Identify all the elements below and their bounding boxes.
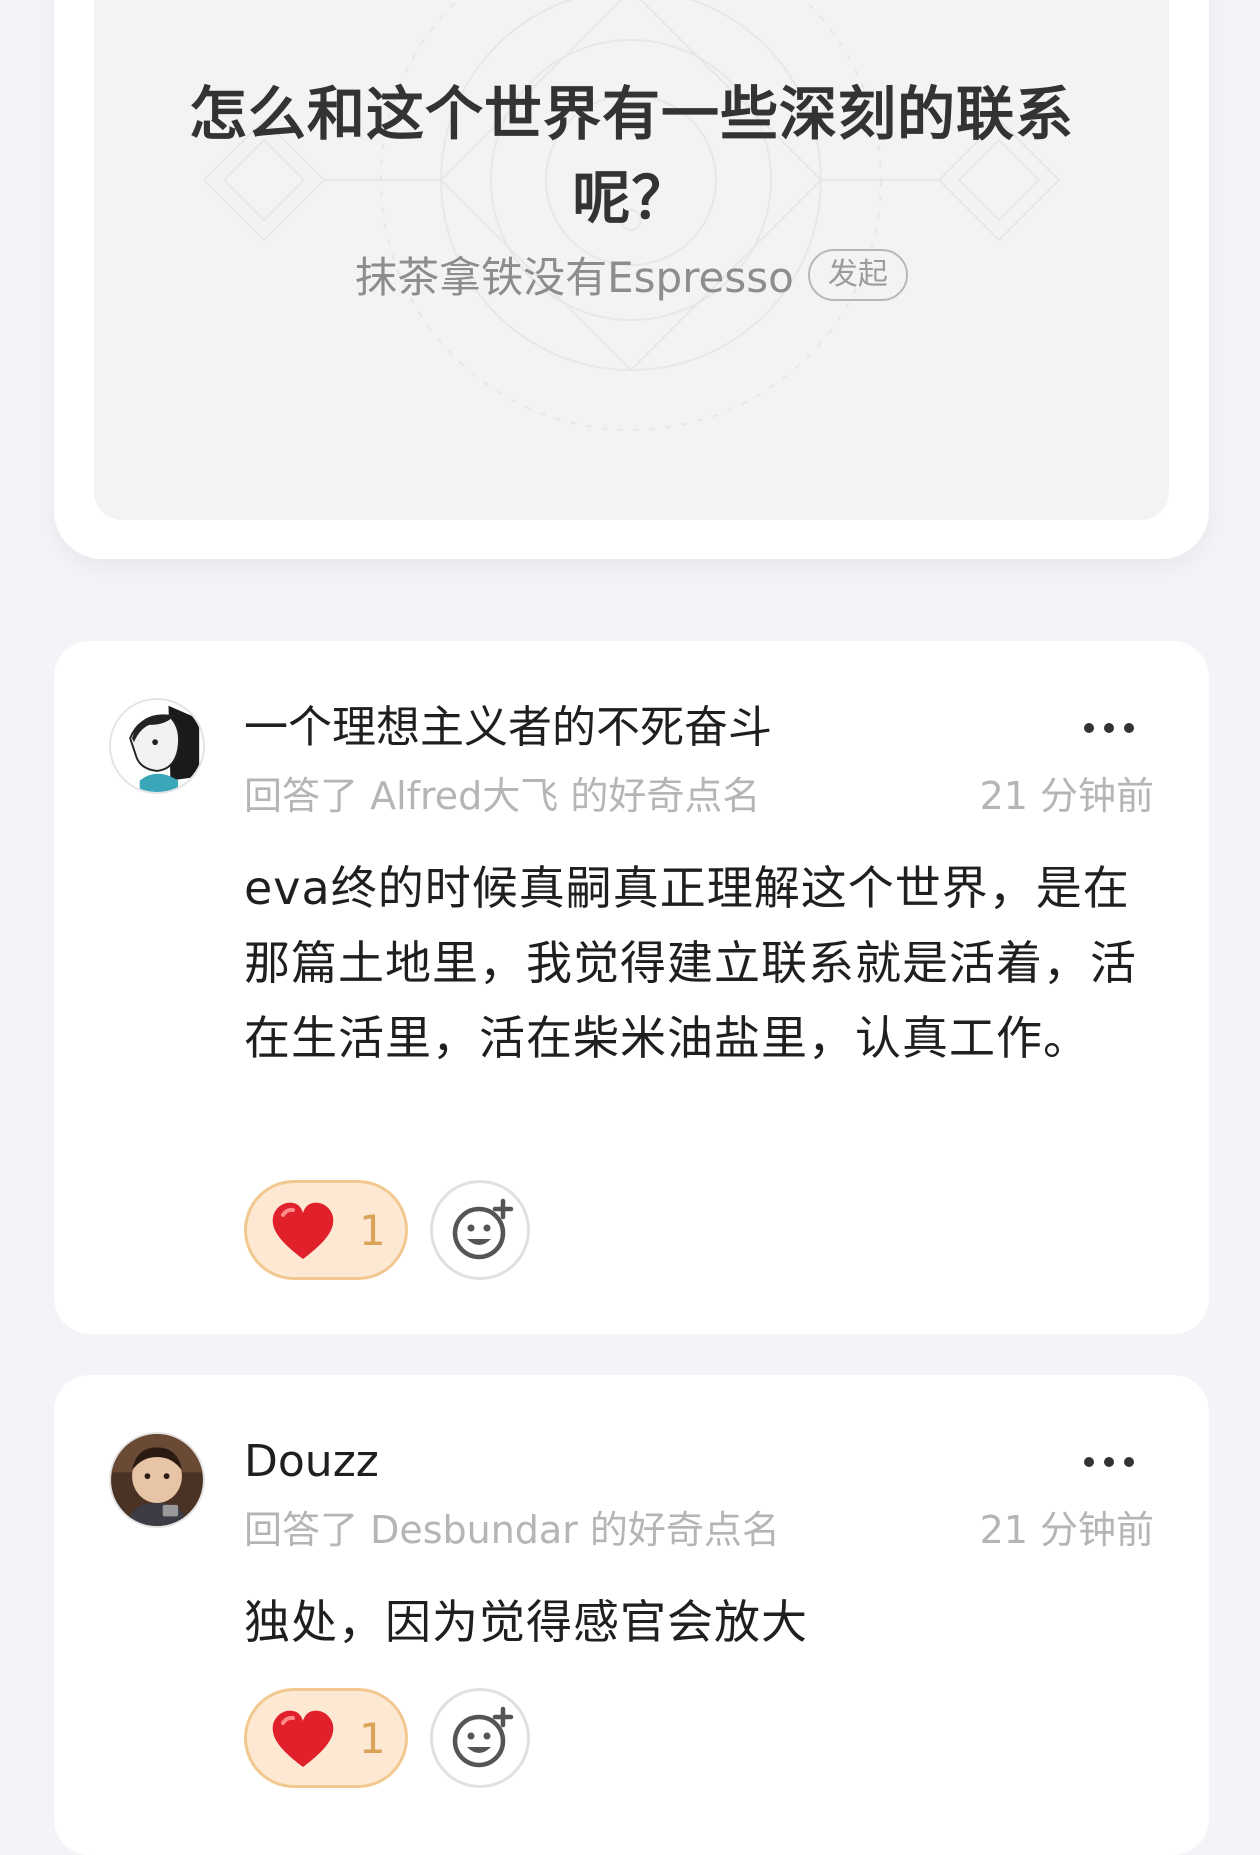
more-dots-icon <box>1084 1457 1134 1467</box>
answer-card[interactable]: 一个理想主义者的不死奋斗 回答了 Alfred大飞 的好奇点名 21 分钟前 e… <box>54 641 1209 1334</box>
add-emoji-icon <box>452 1706 514 1768</box>
red-heart-icon <box>269 1201 337 1263</box>
add-reaction-button[interactable] <box>430 1688 530 1788</box>
question-banner: 怎么和这个世界有一些深刻的联系呢？ 抹茶拿铁没有Espresso 发起 <box>94 0 1169 520</box>
avatar-illustrated-man-icon <box>111 700 203 792</box>
avatar-baby-photo-icon <box>111 1434 203 1526</box>
add-emoji-icon <box>452 1198 514 1260</box>
question-title: 怎么和这个世界有一些深刻的联系呢？ <box>188 80 1074 232</box>
answer-timestamp: 21 分钟前 <box>979 1508 1154 1552</box>
like-button[interactable]: 1 <box>244 1180 408 1280</box>
more-dots-icon <box>1084 723 1134 733</box>
more-options-button[interactable] <box>1064 1437 1154 1487</box>
question-card[interactable]: 怎么和这个世界有一些深刻的联系呢？ 抹茶拿铁没有Espresso 发起 <box>54 0 1209 559</box>
like-count: 1 <box>359 1714 386 1763</box>
question-author-row: 抹茶拿铁没有Espresso 发起 <box>94 244 1169 305</box>
answer-text: eva终的时候真嗣真正理解这个世界，是在那篇土地里，我觉得建立联系就是活着，活在… <box>244 861 1137 1065</box>
answer-context: 回答了 Alfred大飞 的好奇点名 <box>244 774 761 818</box>
author-name[interactable]: Douzz <box>244 1432 379 1492</box>
avatar[interactable] <box>109 1432 205 1528</box>
more-options-button[interactable] <box>1064 703 1154 753</box>
answer-card[interactable]: Douzz 回答了 Desbundar 的好奇点名 21 分钟前 独处，因为觉得… <box>54 1375 1209 1855</box>
author-name[interactable]: 一个理想主义者的不死奋斗 <box>244 698 772 758</box>
avatar[interactable] <box>109 698 205 794</box>
like-count: 1 <box>359 1206 386 1255</box>
initiator-badge: 发起 <box>807 248 908 301</box>
answer-timestamp: 21 分钟前 <box>979 774 1154 818</box>
red-heart-icon <box>269 1709 337 1771</box>
question-author[interactable]: 抹茶拿铁没有Espresso <box>355 244 794 305</box>
like-button[interactable]: 1 <box>244 1688 408 1788</box>
answer-text: 独处，因为觉得感官会放大 <box>244 1595 808 1649</box>
add-reaction-button[interactable] <box>430 1180 530 1280</box>
answer-context: 回答了 Desbundar 的好奇点名 <box>244 1508 780 1552</box>
